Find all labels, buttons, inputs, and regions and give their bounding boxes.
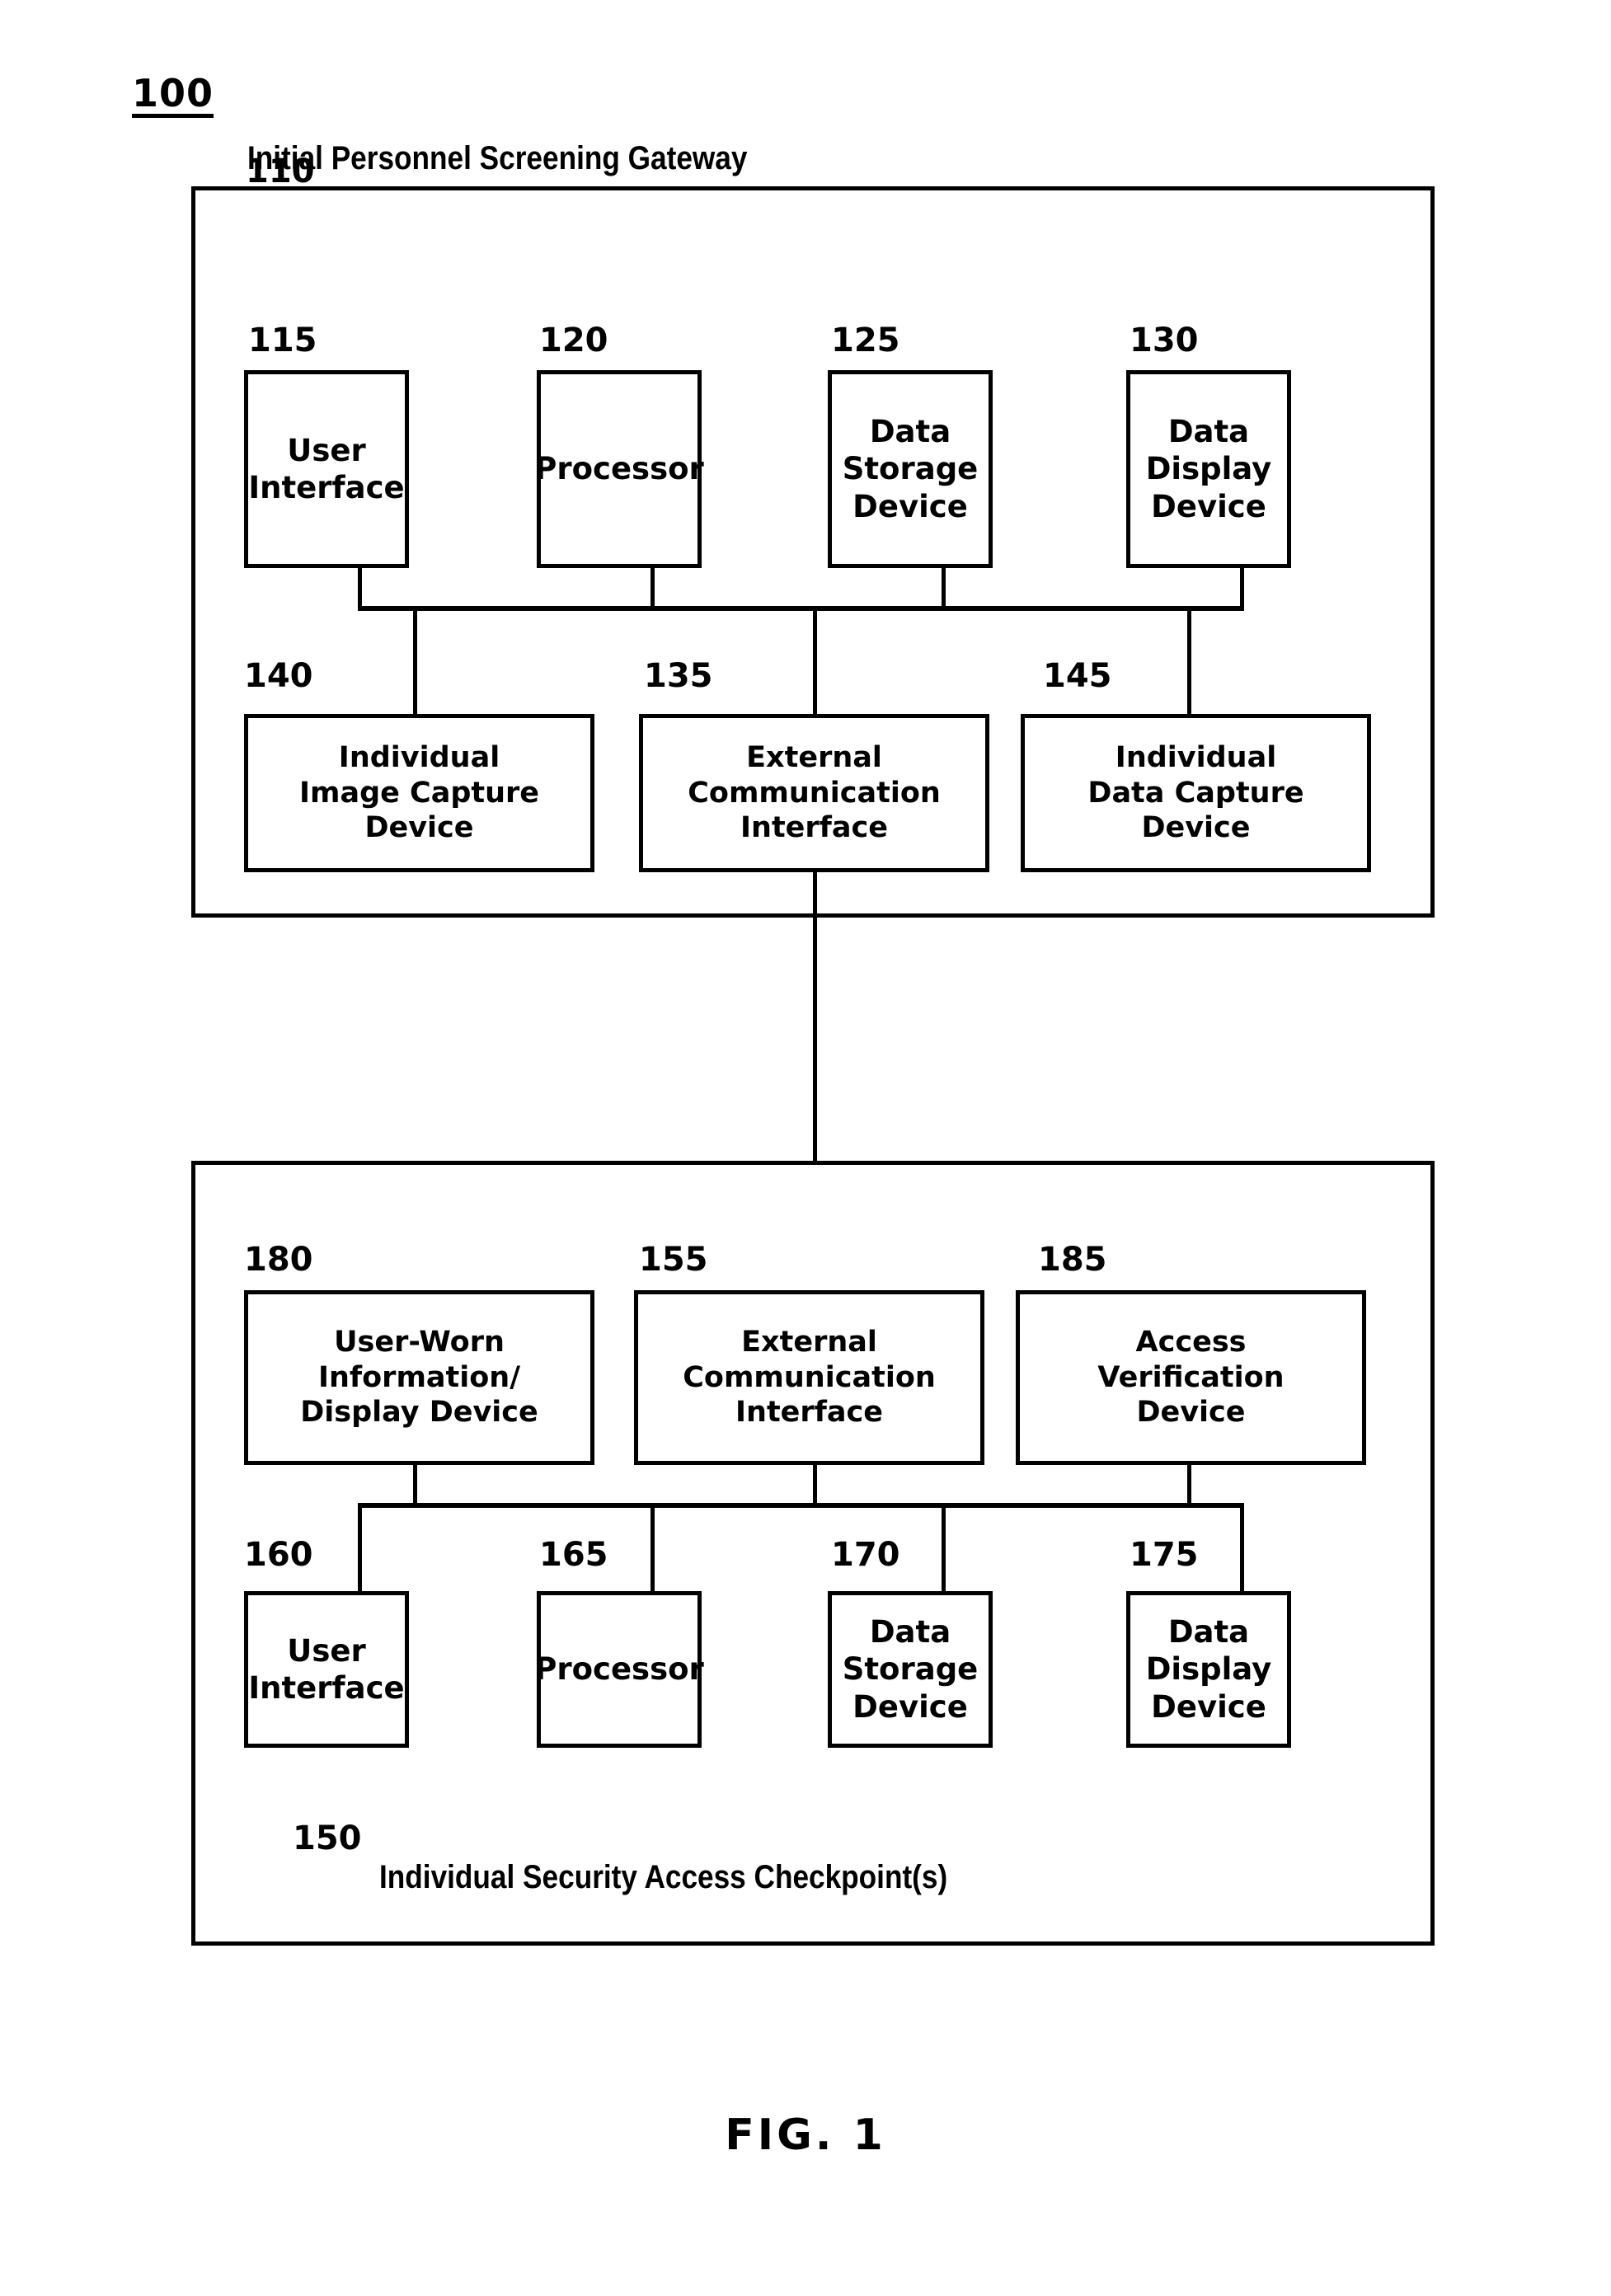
box-processor-165[interactable]: Processor bbox=[534, 1591, 704, 1748]
connector-gateway-to-checkpoint bbox=[813, 872, 817, 1202]
box-data-storage-device-170[interactable]: Data Storage Device bbox=[828, 1591, 993, 1748]
connector-bus-to-140 bbox=[413, 606, 417, 719]
ref-num-145: 145 bbox=[1043, 657, 1112, 695]
box-individual-image-capture-device-140[interactable]: Individual Image Capture Device bbox=[244, 714, 594, 872]
ref-num-155: 155 bbox=[639, 1241, 708, 1279]
box-processor-120[interactable]: Processor bbox=[534, 370, 704, 568]
ref-num-170: 170 bbox=[831, 1536, 900, 1574]
ref-num-130: 130 bbox=[1130, 322, 1199, 359]
box-label: User-Worn Information/ Display Device bbox=[300, 1325, 538, 1430]
box-label: Data Display Device bbox=[1145, 1614, 1272, 1725]
gateway-bus-line bbox=[358, 606, 1244, 611]
box-label: Access Verification Device bbox=[1097, 1325, 1285, 1430]
connector-bus-to-160 bbox=[358, 1503, 362, 1594]
connector-bus-to-145 bbox=[1187, 606, 1191, 719]
connector-155-to-bus bbox=[813, 1465, 817, 1508]
box-label: External Communication Interface bbox=[683, 1325, 936, 1430]
connector-bus-to-175 bbox=[1240, 1503, 1244, 1594]
ref-num-135: 135 bbox=[644, 657, 713, 695]
connector-120-to-bus bbox=[651, 568, 655, 611]
checkpoint-title: Individual Security Access Checkpoint(s) bbox=[379, 1859, 948, 1895]
box-label: User Interface bbox=[248, 1632, 405, 1706]
ref-num-125: 125 bbox=[831, 322, 900, 359]
connector-bus-to-165 bbox=[651, 1503, 655, 1594]
box-data-display-device-130[interactable]: Data Display Device bbox=[1126, 370, 1291, 568]
box-label: Individual Image Capture Device bbox=[298, 740, 540, 845]
ref-num-165: 165 bbox=[539, 1536, 608, 1574]
box-label: Data Storage Device bbox=[842, 1614, 979, 1725]
box-label: External Communication Interface bbox=[688, 740, 941, 845]
connector-130-to-bus bbox=[1240, 568, 1244, 611]
box-data-display-device-175[interactable]: Data Display Device bbox=[1126, 1591, 1291, 1748]
box-label: User Interface bbox=[248, 432, 405, 505]
box-data-storage-device-125[interactable]: Data Storage Device bbox=[828, 370, 993, 568]
ref-num-120: 120 bbox=[539, 322, 608, 359]
ref-num-115: 115 bbox=[248, 322, 317, 359]
figure-reference-100: 100 bbox=[132, 74, 214, 118]
box-label: Data Storage Device bbox=[842, 414, 979, 524]
box-external-communication-interface-135[interactable]: External Communication Interface bbox=[639, 714, 989, 872]
box-label: Data Display Device bbox=[1145, 414, 1272, 524]
connector-125-to-bus bbox=[942, 568, 946, 611]
ref-num-180: 180 bbox=[244, 1241, 313, 1279]
ref-num-140: 140 bbox=[244, 657, 313, 695]
box-label: Processor bbox=[534, 451, 704, 487]
connector-115-to-bus bbox=[358, 568, 362, 611]
ref-num-175: 175 bbox=[1130, 1536, 1199, 1574]
ref-num-150: 150 bbox=[293, 1819, 362, 1857]
box-user-worn-information-display-device-180[interactable]: User-Worn Information/ Display Device bbox=[244, 1290, 594, 1465]
connector-180-to-bus bbox=[413, 1465, 417, 1508]
box-user-interface-115[interactable]: User Interface bbox=[244, 370, 409, 568]
connector-185-to-bus bbox=[1187, 1465, 1191, 1508]
box-individual-data-capture-device-145[interactable]: Individual Data Capture Device bbox=[1021, 714, 1371, 872]
box-access-verification-device-185[interactable]: Access Verification Device bbox=[1016, 1290, 1366, 1465]
box-user-interface-160[interactable]: User Interface bbox=[244, 1591, 409, 1748]
box-external-communication-interface-155[interactable]: External Communication Interface bbox=[634, 1290, 984, 1465]
checkpoint-bus-line bbox=[358, 1503, 1244, 1508]
box-label: Individual Data Capture Device bbox=[1087, 740, 1304, 845]
connector-bus-to-170 bbox=[942, 1503, 946, 1594]
checkpoint-container bbox=[191, 1161, 1435, 1946]
ref-num-160: 160 bbox=[244, 1536, 313, 1574]
ref-num-185: 185 bbox=[1038, 1241, 1107, 1279]
box-label: Processor bbox=[534, 1651, 704, 1688]
figure-caption: FIG. 1 bbox=[725, 2111, 886, 2160]
connector-bus-to-135 bbox=[813, 606, 817, 719]
gateway-title: Initial Personnel Screening Gateway bbox=[247, 140, 748, 176]
